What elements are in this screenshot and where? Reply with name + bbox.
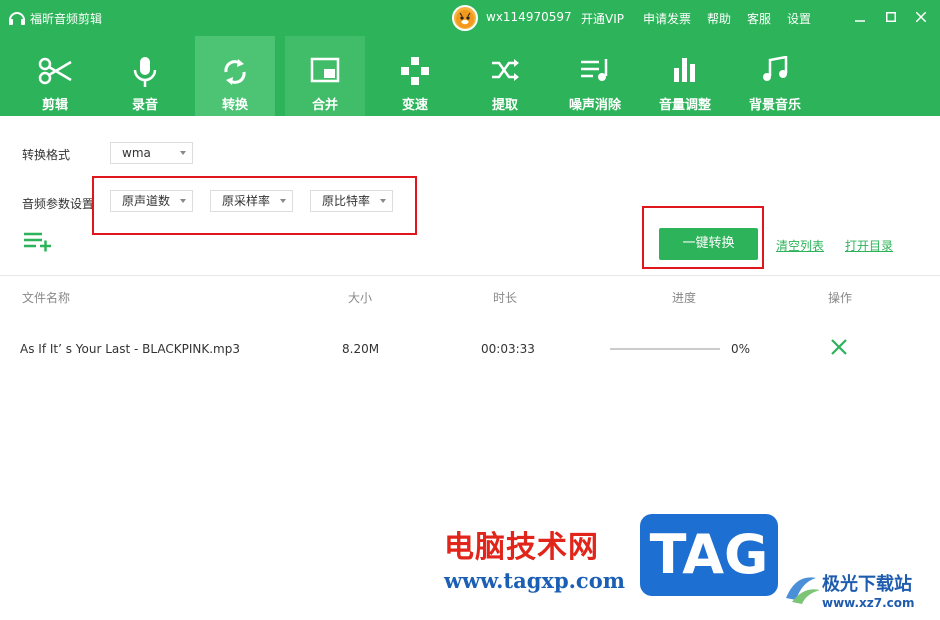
scissors-icon bbox=[38, 57, 72, 85]
tool-merge[interactable]: 合并 bbox=[285, 36, 365, 116]
tool-denoise[interactable]: 噪声消除 bbox=[555, 36, 635, 116]
chevron-down-icon bbox=[180, 151, 186, 155]
close-button[interactable] bbox=[911, 8, 931, 28]
format-value: wma bbox=[122, 146, 151, 160]
progress-bar bbox=[610, 348, 720, 350]
invoice-link[interactable]: 申请发票 bbox=[643, 10, 691, 27]
noise-icon bbox=[581, 59, 608, 81]
format-select[interactable]: wma bbox=[110, 142, 193, 164]
volume-bars-icon bbox=[674, 58, 695, 82]
format-label: 转换格式 bbox=[22, 148, 71, 162]
tool-volume[interactable]: 音量调整 bbox=[645, 36, 725, 116]
tool-extract[interactable]: 提取 bbox=[465, 36, 545, 116]
tool-label: 录音 bbox=[131, 98, 158, 113]
tool-label: 音量调整 bbox=[658, 98, 711, 113]
maximize-button[interactable] bbox=[881, 8, 901, 28]
header-action: 操作 bbox=[828, 291, 853, 305]
header-progress: 进度 bbox=[672, 291, 697, 305]
title-bar: 福昕音频剪辑 wx114970597 开通VIP 申请发票 帮助 客服 设置 bbox=[0, 0, 940, 36]
tool-label: 变速 bbox=[401, 98, 428, 113]
avatar[interactable] bbox=[452, 5, 478, 31]
user-name[interactable]: wx114970597 bbox=[486, 10, 572, 24]
tool-label: 转换 bbox=[221, 98, 248, 113]
params-label: 音频参数设置 bbox=[22, 197, 95, 211]
aurora-logo-icon bbox=[786, 577, 820, 604]
tag-logo: TAG bbox=[640, 514, 778, 596]
tool-label: 噪声消除 bbox=[568, 98, 621, 113]
open-directory-link[interactable]: 打开目录 bbox=[845, 237, 893, 254]
maximize-icon bbox=[886, 12, 896, 22]
file-size: 8.20M bbox=[342, 342, 380, 356]
tool-label: 剪辑 bbox=[41, 98, 68, 113]
main-toolbar: 剪辑 录音 转换 合并 变速 提取 噪声消除 音量调整 背景音乐 bbox=[0, 36, 940, 116]
refresh-icon bbox=[224, 59, 246, 85]
help-link[interactable]: 帮助 bbox=[707, 10, 731, 27]
merge-icon bbox=[310, 57, 340, 83]
site2-url: www.xz7.com bbox=[822, 596, 915, 610]
microphone-icon bbox=[133, 57, 157, 87]
headphones-logo-icon bbox=[9, 12, 25, 25]
divider bbox=[0, 275, 940, 276]
highlight-box-convert bbox=[642, 206, 764, 269]
settings-link[interactable]: 设置 bbox=[787, 10, 811, 27]
close-icon bbox=[915, 11, 927, 23]
tool-speed[interactable]: 变速 bbox=[375, 36, 455, 116]
music-note-icon bbox=[763, 56, 788, 81]
minimize-icon bbox=[855, 20, 865, 22]
tool-convert[interactable]: 转换 bbox=[195, 36, 275, 116]
service-link[interactable]: 客服 bbox=[747, 10, 771, 27]
progress-text: 0% bbox=[731, 342, 751, 356]
header-duration: 时长 bbox=[493, 291, 518, 305]
file-duration: 00:03:33 bbox=[481, 342, 535, 356]
app-title: 福昕音频剪辑 bbox=[30, 12, 103, 26]
speed-icon bbox=[401, 57, 429, 85]
watermark-url: www.tagxp.com bbox=[444, 568, 625, 593]
file-name: As If It’ s Your Last - BLACKPINK.mp3 bbox=[20, 342, 240, 356]
site2-name: 极光下载站 bbox=[822, 574, 912, 595]
watermark-title: 电脑技术网 bbox=[444, 530, 599, 565]
clear-list-link[interactable]: 清空列表 bbox=[776, 237, 824, 254]
tiger-avatar-icon bbox=[456, 10, 474, 28]
tool-bgmusic[interactable]: 背景音乐 bbox=[735, 36, 815, 116]
header-filename: 文件名称 bbox=[22, 291, 71, 305]
minimize-button[interactable] bbox=[850, 8, 870, 28]
header-size: 大小 bbox=[348, 291, 373, 305]
shuffle-icon bbox=[492, 59, 519, 81]
delete-icon[interactable] bbox=[830, 338, 848, 356]
tool-label: 背景音乐 bbox=[748, 98, 801, 113]
highlight-box-params bbox=[92, 176, 417, 235]
tool-label: 合并 bbox=[311, 98, 338, 113]
open-vip-link[interactable]: 开通VIP bbox=[581, 10, 624, 27]
tool-label: 提取 bbox=[491, 98, 518, 113]
tool-record[interactable]: 录音 bbox=[105, 36, 185, 116]
add-list-icon[interactable] bbox=[24, 232, 52, 252]
tool-cut[interactable]: 剪辑 bbox=[15, 36, 95, 116]
